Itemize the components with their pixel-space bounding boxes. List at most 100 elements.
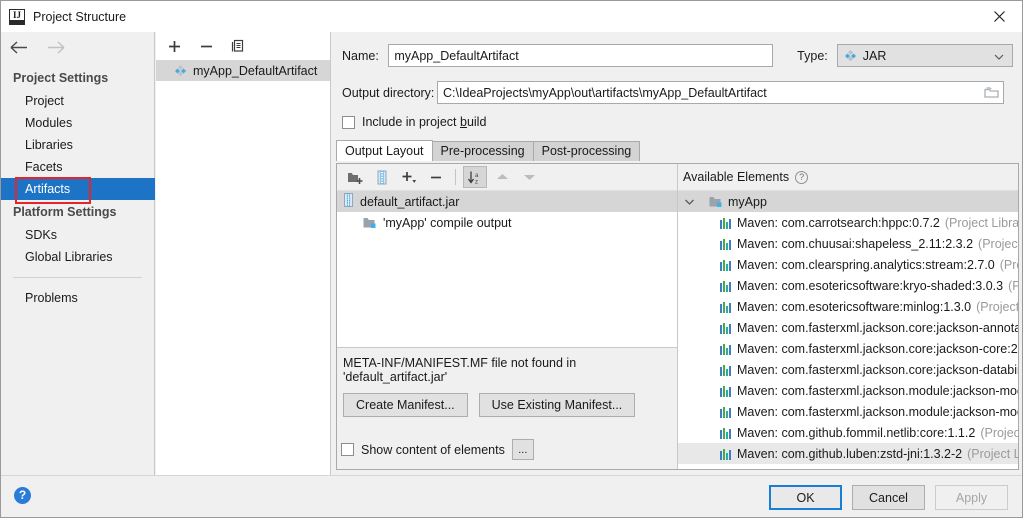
maven-library-icon xyxy=(720,301,732,313)
available-elements-title: Available Elements xyxy=(683,170,790,184)
available-element-row[interactable]: Maven: com.github.fommil.netlib:core:1.1… xyxy=(678,422,1018,443)
artifact-list-item-label: myApp_DefaultArtifact xyxy=(193,63,318,78)
artifact-list-item[interactable]: myApp_DefaultArtifact xyxy=(156,60,330,81)
cancel-button[interactable]: Cancel xyxy=(852,485,925,510)
archive-icon xyxy=(343,193,354,210)
sidebar-item-project[interactable]: Project xyxy=(1,90,154,112)
add-artifact-button[interactable] xyxy=(164,36,184,56)
title-bar: Project Structure xyxy=(1,1,1022,32)
available-element-name: Maven: com.github.fommil.netlib:core:1.1… xyxy=(737,425,976,440)
checkbox-box xyxy=(342,115,355,129)
available-element-scope: (Project Library) xyxy=(944,215,1018,230)
apply-button[interactable]: Apply xyxy=(935,485,1008,510)
sidebar-item-libraries[interactable]: Libraries xyxy=(1,134,154,156)
artifact-type-dropdown[interactable]: JAR xyxy=(836,44,1013,67)
output-layout-left-pane: a z default_artifact.jar 'myApp' compile… xyxy=(337,164,678,469)
output-layout-toolbar: a z xyxy=(337,164,677,191)
tab-post-processing[interactable]: Post-processing xyxy=(532,141,641,161)
module-icon xyxy=(709,195,723,208)
available-element-row[interactable]: Maven: com.github.luben:zstd-jni:1.3.2-2… xyxy=(678,443,1018,464)
show-content-options-button[interactable]: ... xyxy=(511,439,534,460)
include-in-project-build-checkbox[interactable]: Include in project build xyxy=(342,115,486,129)
name-type-row: Name: Type: JAR xyxy=(332,44,1022,67)
available-element-row[interactable]: Maven: com.fasterxml.jackson.module:jack… xyxy=(678,401,1018,422)
available-element-row[interactable]: Maven: com.esotericsoftware:kryo-shaded:… xyxy=(678,275,1018,296)
ok-button[interactable]: OK xyxy=(769,485,842,510)
chevron-down-icon xyxy=(994,49,1004,63)
available-elements-root-row[interactable]: myApp xyxy=(678,191,1018,212)
intellij-idea-icon xyxy=(9,8,25,25)
use-existing-manifest-button[interactable]: Use Existing Manifest... xyxy=(478,393,636,417)
artifact-name-input[interactable] xyxy=(388,44,774,67)
available-element-scope: (Project Libra xyxy=(978,236,1018,251)
available-elements-pane: Available Elements ? myApp Maven: com.ca… xyxy=(678,164,1018,469)
create-manifest-button[interactable]: Create Manifest... xyxy=(343,393,468,417)
include-in-build-row: Include in project build xyxy=(332,115,1022,129)
available-element-scope: (Project L xyxy=(980,425,1018,440)
available-element-name: Maven: com.esotericsoftware:kryo-shaded:… xyxy=(737,278,1004,293)
available-element-row[interactable]: Maven: com.fasterxml.jackson.module:jack… xyxy=(678,380,1018,401)
tab-pre-processing[interactable]: Pre-processing xyxy=(431,141,534,161)
available-element-row[interactable]: Maven: com.fasterxml.jackson.core:jackso… xyxy=(678,359,1018,380)
maven-library-icon xyxy=(720,238,732,250)
tree-row[interactable]: 'myApp' compile output xyxy=(337,212,677,233)
sidebar-item-problems[interactable]: Problems xyxy=(1,287,154,309)
tab-output-layout[interactable]: Output Layout xyxy=(336,140,433,161)
output-directory-input[interactable] xyxy=(438,85,979,100)
arrow-up-icon[interactable] xyxy=(490,166,514,188)
available-elements-list[interactable]: myApp Maven: com.carrotsearch:hppc:0.7.2… xyxy=(678,191,1018,469)
sidebar-item-modules[interactable]: Modules xyxy=(1,112,154,134)
folder-add-icon[interactable] xyxy=(343,166,367,188)
navigation-arrows xyxy=(1,32,154,66)
available-element-name: Maven: com.fasterxml.jackson.module:jack… xyxy=(737,404,1018,419)
toolbar-separator xyxy=(455,169,456,185)
available-element-row[interactable]: Maven: com.fasterxml.jackson.core:jackso… xyxy=(678,338,1018,359)
sidebar-item-sdks[interactable]: SDKs xyxy=(1,224,154,246)
artifact-type-value: JAR xyxy=(862,48,887,63)
maven-library-icon xyxy=(720,280,732,292)
available-element-row[interactable]: Maven: com.chuusai:shapeless_2.11:2.3.2 … xyxy=(678,233,1018,254)
dialog-buttons: OK Cancel Apply xyxy=(769,485,1008,510)
forward-arrow-icon[interactable] xyxy=(46,41,65,57)
archive-icon[interactable] xyxy=(370,166,394,188)
help-button[interactable]: ? xyxy=(14,487,31,504)
maven-library-icon xyxy=(720,322,732,334)
add-element-icon[interactable] xyxy=(397,166,421,188)
available-element-row[interactable]: Maven: com.clearspring.analytics:stream:… xyxy=(678,254,1018,275)
manifest-section: META-INF/MANIFEST.MF file not found in '… xyxy=(337,347,677,469)
sidebar-item-artifacts[interactable]: Artifacts xyxy=(1,177,155,204)
available-element-row[interactable]: Maven: com.fasterxml.jackson.core:jackso… xyxy=(678,317,1018,338)
show-content-of-elements-checkbox[interactable]: Show content of elements xyxy=(341,443,505,457)
sidebar-item-global-libraries[interactable]: Global Libraries xyxy=(1,246,154,268)
sidebar-group-project-settings: Project Settings xyxy=(13,71,109,85)
artifact-content-tree: default_artifact.jar 'myApp' compile out… xyxy=(337,191,677,347)
available-element-row[interactable]: Maven: com.esotericsoftware:minlog:1.3.0… xyxy=(678,296,1018,317)
folder-open-icon[interactable] xyxy=(979,82,1003,103)
close-icon[interactable] xyxy=(976,1,1022,32)
copy-artifact-icon[interactable] xyxy=(228,36,248,56)
remove-artifact-button[interactable] xyxy=(196,36,216,56)
arrow-down-icon[interactable] xyxy=(517,166,541,188)
output-directory-field[interactable] xyxy=(437,81,1004,104)
output-directory-label: Output directory: xyxy=(342,85,435,100)
sort-az-icon[interactable]: a z xyxy=(463,166,487,188)
sidebar-item-facets[interactable]: Facets xyxy=(1,156,154,178)
available-element-row[interactable]: Maven: com.carrotsearch:hppc:0.7.2 (Proj… xyxy=(678,212,1018,233)
help-icon[interactable]: ? xyxy=(795,170,809,184)
module-output-icon xyxy=(363,216,377,229)
remove-element-icon[interactable] xyxy=(424,166,448,188)
dialog-footer: ? OK Cancel Apply xyxy=(1,475,1022,517)
available-element-scope: (Project xyxy=(999,257,1018,272)
available-element-name: Maven: com.fasterxml.jackson.module:jack… xyxy=(737,383,1018,398)
maven-library-icon xyxy=(720,427,732,439)
window-title: Project Structure xyxy=(33,9,127,24)
back-arrow-icon[interactable] xyxy=(10,41,29,57)
available-element-scope: (Project Libr xyxy=(967,446,1018,461)
show-content-of-elements-label: Show content of elements xyxy=(361,442,505,457)
chevron-down-icon[interactable] xyxy=(684,195,695,209)
sidebar-divider xyxy=(13,277,142,278)
available-element-scope: (Project Lib xyxy=(976,299,1018,314)
name-label: Name: xyxy=(342,48,379,63)
manifest-buttons: Create Manifest... Use Existing Manifest… xyxy=(341,393,677,417)
tree-row[interactable]: default_artifact.jar xyxy=(337,191,677,212)
